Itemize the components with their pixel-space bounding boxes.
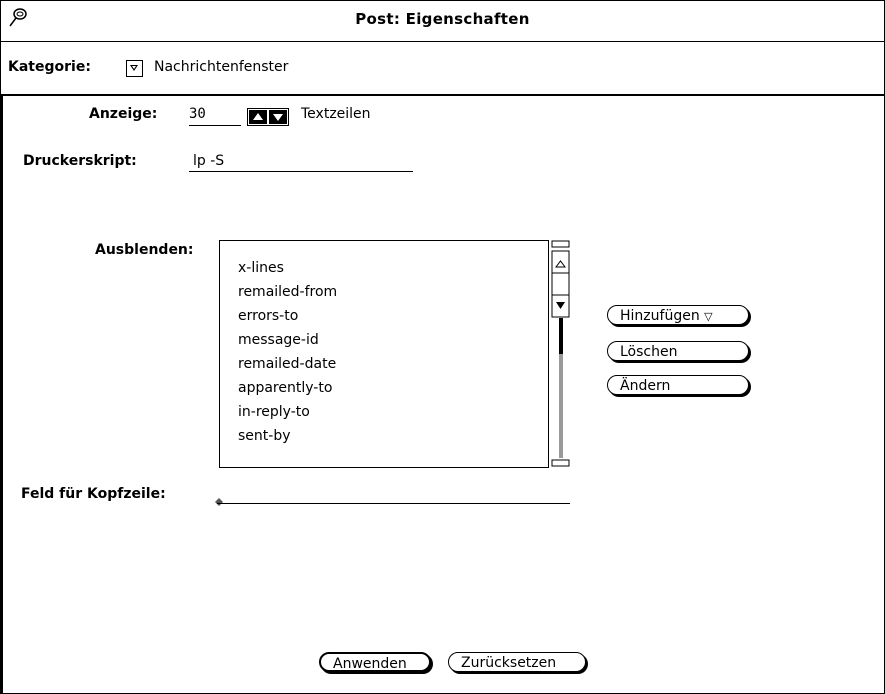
display-label: Anzeige: xyxy=(89,106,158,122)
header-field-label: Feld für Kopfzeile: xyxy=(21,486,166,502)
title-bar: Post: Eigenschaften xyxy=(1,1,884,42)
window-title: Post: Eigenschaften xyxy=(355,10,530,28)
printer-label: Druckerskript: xyxy=(23,153,137,169)
spinner-arrows-icon xyxy=(253,113,283,121)
hide-label: Ausblenden: xyxy=(95,242,194,258)
display-spinner[interactable] xyxy=(247,108,289,126)
list-item[interactable]: x-lines xyxy=(238,260,284,276)
chevron-down-icon: ▽ xyxy=(704,310,713,323)
printer-input-underline xyxy=(189,171,413,172)
list-item[interactable]: remailed-date xyxy=(238,356,336,372)
caret-icon xyxy=(215,498,223,506)
delete-button[interactable]: Löschen xyxy=(607,341,749,361)
display-input-underline xyxy=(189,125,241,126)
list-item[interactable]: errors-to xyxy=(238,308,298,324)
list-item[interactable]: remailed-from xyxy=(238,284,337,300)
list-item[interactable]: message-id xyxy=(238,332,319,348)
display-lines-input[interactable]: 30 xyxy=(189,106,206,122)
header-field-underline xyxy=(217,503,570,504)
list-item[interactable]: apparently-to xyxy=(238,380,332,396)
add-button[interactable]: Hinzufügen ▽ xyxy=(607,305,749,325)
change-button[interactable]: Ändern xyxy=(607,375,749,395)
apply-button-label: Anwenden xyxy=(333,656,407,672)
list-item[interactable]: in-reply-to xyxy=(238,404,310,420)
category-bar: Kategorie: Nachrichtenfenster xyxy=(1,42,884,96)
delete-button-label: Löschen xyxy=(620,344,678,360)
display-suffix: Textzeilen xyxy=(301,106,371,122)
add-button-label: Hinzufügen xyxy=(620,308,700,324)
category-value: Nachrichtenfenster xyxy=(154,59,289,75)
list-scrollbar[interactable] xyxy=(550,240,572,470)
properties-window: Post: Eigenschaften Kategorie: Nachricht… xyxy=(0,0,885,694)
hide-list[interactable]: x-lines remailed-from errors-to message-… xyxy=(219,240,549,468)
apply-button[interactable]: Anwenden xyxy=(319,652,431,672)
reset-button[interactable]: Zurücksetzen xyxy=(448,652,586,672)
category-label: Kategorie: xyxy=(8,59,91,75)
change-button-label: Ändern xyxy=(620,378,671,394)
printer-script-input[interactable]: lp -S xyxy=(193,153,224,169)
category-menu-button[interactable] xyxy=(126,60,143,77)
reset-button-label: Zurücksetzen xyxy=(461,655,557,671)
list-item[interactable]: sent-by xyxy=(238,428,291,444)
